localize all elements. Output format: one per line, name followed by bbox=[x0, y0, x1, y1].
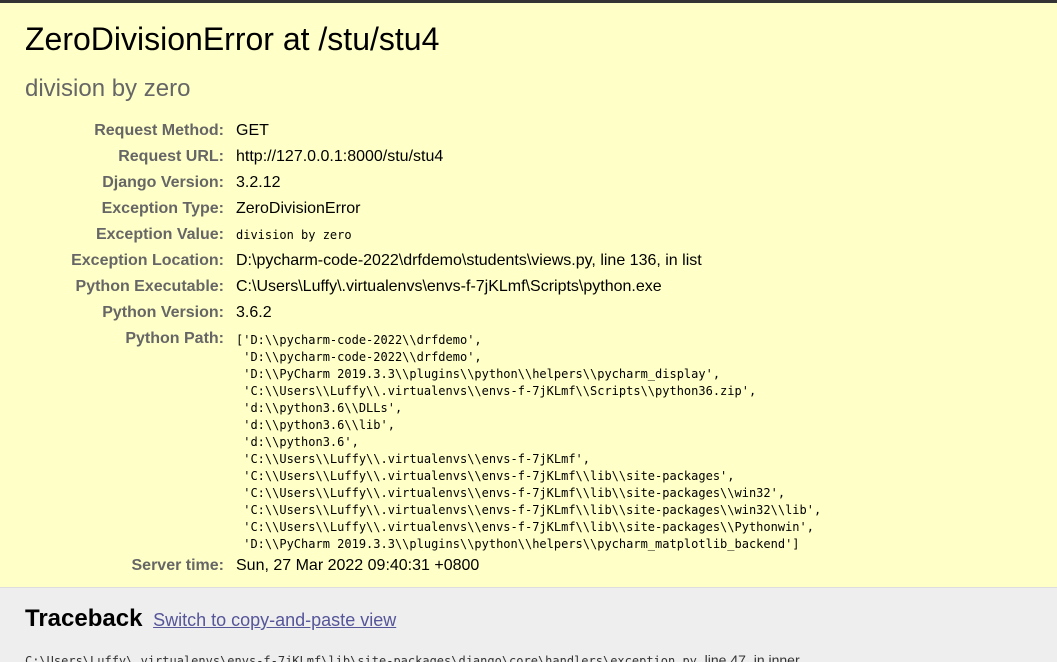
meta-row-exception-value: Exception Value: division by zero bbox=[25, 222, 821, 248]
meta-value: division by zero bbox=[236, 228, 352, 242]
meta-row-django-version: Django Version: 3.2.12 bbox=[25, 170, 821, 196]
meta-label: Request Method: bbox=[94, 122, 224, 139]
traceback-frame[interactable]: C:\Users\Luffy\.virtualenvs\envs-f-7jKLm… bbox=[25, 652, 1057, 662]
meta-label: Python Executable: bbox=[75, 278, 224, 295]
meta-value: 3.2.12 bbox=[236, 174, 281, 191]
meta-value: ['D:\\pycharm-code-2022\\drfdemo', 'D:\\… bbox=[236, 326, 821, 553]
frame-file-path: C:\Users\Luffy\.virtualenvs\envs-f-7jKLm… bbox=[25, 654, 697, 662]
meta-row-python-executable: Python Executable: C:\Users\Luffy\.virtu… bbox=[25, 274, 821, 300]
meta-label: Exception Value: bbox=[95, 226, 224, 243]
meta-label: Django Version: bbox=[102, 174, 224, 191]
meta-label: Python Path: bbox=[125, 330, 224, 347]
error-title: ZeroDivisionError at /stu/stu4 bbox=[25, 21, 440, 57]
meta-value: D:\pycharm-code-2022\drfdemo\students\vi… bbox=[236, 252, 702, 269]
meta-value: C:\Users\Luffy\.virtualenvs\envs-f-7jKLm… bbox=[236, 278, 662, 295]
meta-row-python-version: Python Version: 3.6.2 bbox=[25, 300, 821, 326]
meta-row-request-url: Request URL: http://127.0.0.1:8000/stu/s… bbox=[25, 144, 821, 170]
meta-value: http://127.0.0.1:8000/stu/stu4 bbox=[236, 148, 444, 165]
meta-value: ZeroDivisionError bbox=[236, 200, 361, 217]
switch-to-copy-paste-link[interactable]: Switch to copy-and-paste view bbox=[153, 610, 396, 630]
meta-label: Exception Location: bbox=[71, 252, 224, 269]
meta-row-request-method: Request Method: GET bbox=[25, 118, 821, 144]
meta-label: Python Version: bbox=[102, 304, 224, 321]
meta-row-exception-type: Exception Type: ZeroDivisionError bbox=[25, 196, 821, 222]
frame-location: , line 47, in inner bbox=[696, 652, 800, 662]
meta-row-server-time: Server time: Sun, 27 Mar 2022 09:40:31 +… bbox=[25, 553, 821, 579]
traceback-heading: Traceback Switch to copy-and-paste view bbox=[25, 588, 1057, 634]
meta-value: GET bbox=[236, 122, 269, 139]
meta-label: Server time: bbox=[131, 557, 225, 574]
meta-value: 3.6.2 bbox=[236, 304, 272, 321]
error-summary: ZeroDivisionError at /stu/stu4 division … bbox=[0, 3, 1057, 588]
request-meta-table: Request Method: GET Request URL: http://… bbox=[25, 118, 821, 579]
meta-row-python-path: Python Path: ['D:\\pycharm-code-2022\\dr… bbox=[25, 326, 821, 553]
traceback-title: Traceback bbox=[25, 605, 143, 632]
python-path-list: ['D:\\pycharm-code-2022\\drfdemo', 'D:\\… bbox=[236, 333, 822, 551]
meta-row-exception-location: Exception Location: D:\pycharm-code-2022… bbox=[25, 248, 821, 274]
meta-label: Exception Type: bbox=[101, 200, 224, 217]
meta-value: Sun, 27 Mar 2022 09:40:31 +0800 bbox=[236, 557, 480, 574]
traceback-section: Traceback Switch to copy-and-paste view … bbox=[0, 588, 1057, 662]
error-subtitle: division by zero bbox=[25, 75, 191, 102]
meta-label: Request URL: bbox=[118, 148, 224, 165]
